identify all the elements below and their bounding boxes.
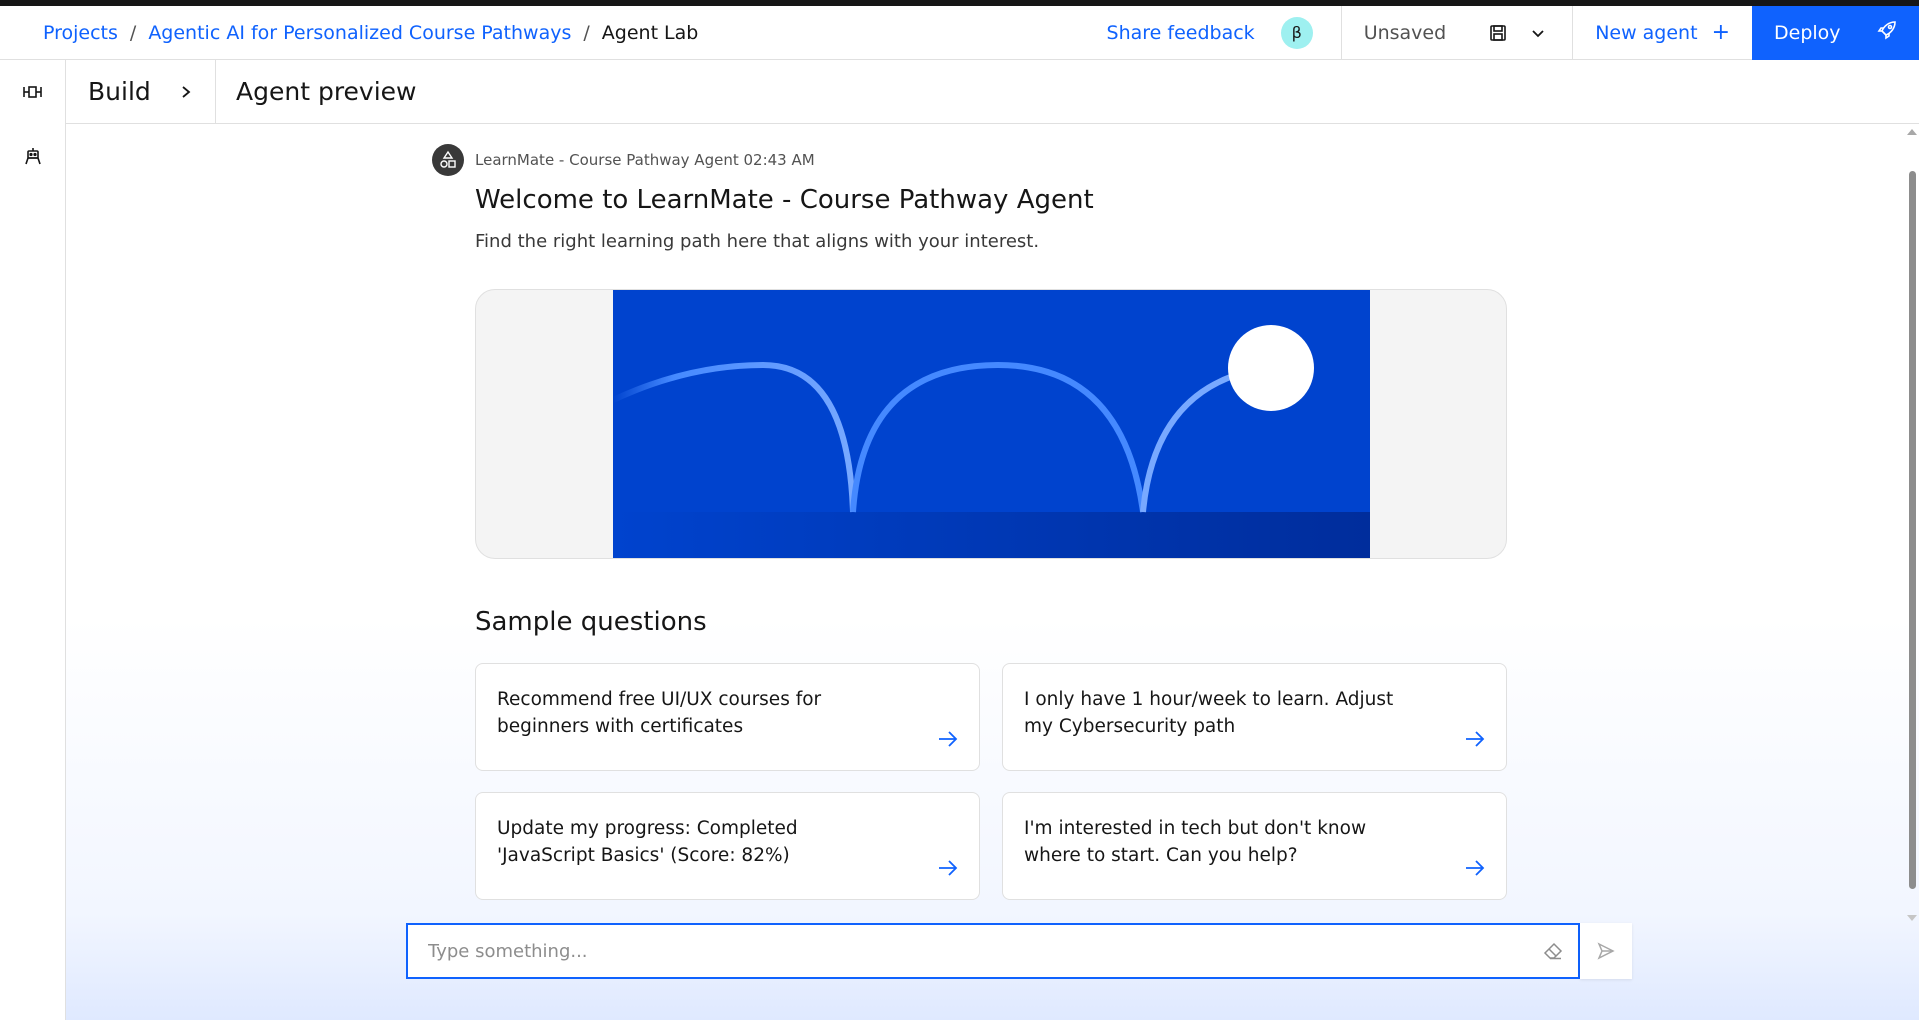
sample-question-text: Recommend free UI/UX courses for beginne… [497,689,822,737]
breadcrumb-separator: / [129,21,137,44]
send-button[interactable] [1580,923,1632,979]
welcome-banner [475,289,1507,559]
chat-area: LearnMate - Course Pathway Agent 02:43 A… [66,125,1919,1020]
welcome-subtext: Find the right learning path here that a… [475,231,1040,252]
send-icon [1597,942,1615,960]
message-meta: LearnMate - Course Pathway Agent 02:43 A… [475,151,815,169]
breadcrumb-current: Agent Lab [601,21,699,44]
save-icon[interactable] [1478,13,1518,53]
sample-questions-title: Sample questions [475,607,707,637]
sample-question-card[interactable]: I only have 1 hour/week to learn. Adjust… [1002,663,1507,771]
breadcrumb-projects[interactable]: Projects [43,22,118,44]
chevron-down-icon[interactable] [1518,13,1558,53]
arrow-right-icon [939,860,958,876]
new-agent-label: New agent [1595,21,1698,44]
sample-question-card[interactable]: Recommend free UI/UX courses for beginne… [475,663,980,771]
scrollbar[interactable] [1907,129,1917,921]
sample-question-text: I only have 1 hour/week to learn. Adjust… [1024,689,1394,737]
chevron-right-icon [179,77,193,106]
deploy-label: Deploy [1774,21,1841,44]
save-status: Unsaved [1363,21,1447,44]
deploy-button[interactable]: Deploy [1752,5,1919,60]
chat-input-wrapper [406,923,1580,979]
arrow-right-icon [1466,731,1485,747]
build-label: Build [88,77,151,106]
breadcrumb-separator: / [583,21,590,44]
chat-input[interactable] [408,925,1528,977]
sample-question-card[interactable]: I'm interested in tech but don't know wh… [1002,792,1507,900]
flow-icon[interactable] [0,60,66,124]
agent-icon[interactable] [0,124,66,188]
eraser-icon[interactable] [1528,925,1578,977]
arrow-right-icon [939,731,958,747]
scroll-thumb[interactable] [1909,171,1916,889]
scroll-up-arrow[interactable] [1907,129,1917,135]
sample-question-text: Update my progress: Completed 'JavaScrip… [497,818,798,866]
save-section: Unsaved [1340,6,1573,59]
left-rail [0,60,66,1020]
rocket-icon [1877,20,1897,45]
shapes-icon [440,150,456,168]
share-feedback-link[interactable]: Share feedback [1107,22,1255,44]
banner-illustration [611,290,1370,558]
preview-title: Agent preview [236,77,417,106]
build-toggle[interactable]: Build [66,60,216,123]
breadcrumb-project[interactable]: Agentic AI for Personalized Course Pathw… [148,22,571,44]
beta-badge: β [1280,16,1313,49]
breadcrumb: Projects / Agentic AI for Personalized C… [0,6,1107,59]
sample-question-card[interactable]: Update my progress: Completed 'JavaScrip… [475,792,980,900]
plus-icon: + [1711,20,1730,45]
scroll-down-arrow[interactable] [1907,915,1917,921]
agent-avatar [432,144,464,176]
top-header: Projects / Agentic AI for Personalized C… [0,5,1919,60]
sample-question-text: I'm interested in tech but don't know wh… [1024,818,1367,866]
new-agent-button[interactable]: New agent + [1572,6,1752,59]
arrow-right-icon [1466,860,1485,876]
welcome-heading: Welcome to LearnMate - Course Pathway Ag… [475,185,1094,215]
sub-header: Build Agent preview [66,60,1919,124]
